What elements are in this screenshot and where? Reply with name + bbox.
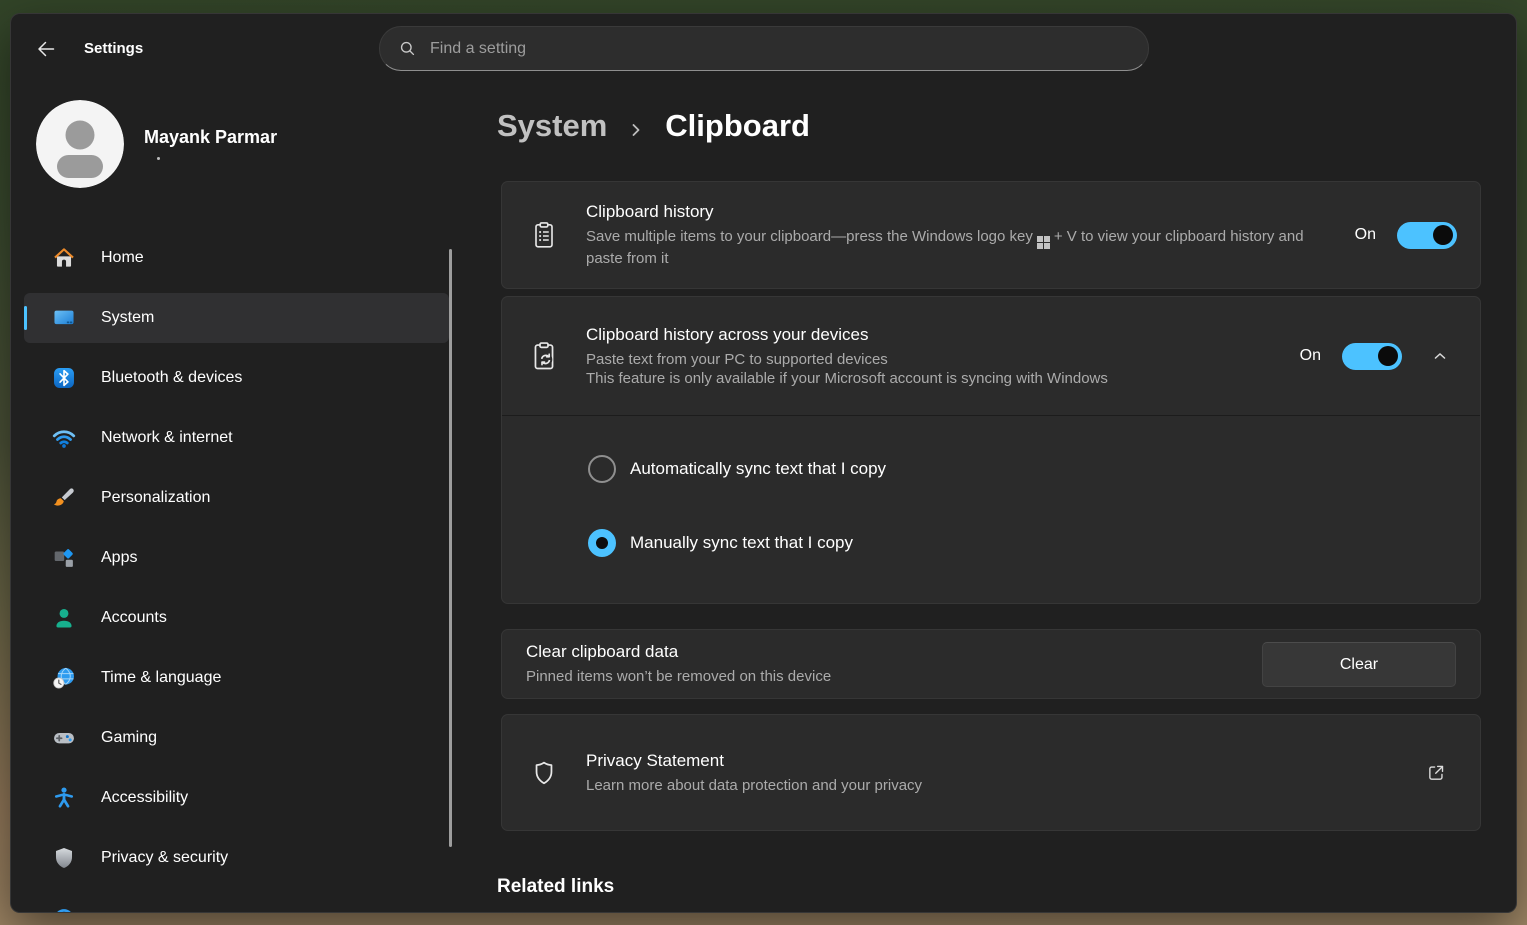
card-title: Clipboard history across your devices xyxy=(586,325,1280,345)
sidebar-item-label: Apps xyxy=(101,549,137,567)
profile[interactable]: Mayank Parmar xyxy=(36,100,277,188)
gaming-icon xyxy=(51,725,77,751)
sidebar-item-bluetooth-devices[interactable]: Bluetooth & devices xyxy=(24,353,449,403)
toggle-state-label: On xyxy=(1300,347,1321,365)
related-links-card-partial xyxy=(501,912,1481,913)
clipboard-sync-icon xyxy=(528,340,560,372)
radio-option-auto-sync[interactable]: Automatically sync text that I copy xyxy=(588,451,886,487)
radio-button-selected[interactable] xyxy=(588,529,616,557)
privacy-security-icon xyxy=(51,845,77,871)
card-note: This feature is only available if your M… xyxy=(586,369,1280,388)
card-description: Paste text from your PC to supported dev… xyxy=(586,350,1280,369)
toggle-state-label: On xyxy=(1355,226,1376,244)
radio-option-manual-sync[interactable]: Manually sync text that I copy xyxy=(588,525,853,561)
sidebar-item-label: Personalization xyxy=(101,489,210,507)
apps-icon xyxy=(51,545,77,571)
sidebar-item-windows-update[interactable] xyxy=(24,893,449,913)
sidebar-item-personalization[interactable]: Personalization xyxy=(24,473,449,523)
chevron-right-icon xyxy=(628,114,644,138)
sidebar-item-apps[interactable]: Apps xyxy=(24,533,449,583)
sidebar-item-label: Gaming xyxy=(101,729,157,747)
sidebar-item-system[interactable]: System xyxy=(24,293,449,343)
shield-icon xyxy=(530,758,558,788)
search-input[interactable] xyxy=(430,40,1132,58)
breadcrumb: System Clipboard xyxy=(497,108,810,144)
profile-name: Mayank Parmar xyxy=(144,127,277,148)
radio-label: Manually sync text that I copy xyxy=(630,525,853,561)
card-title: Clipboard history xyxy=(586,202,1335,222)
card-description: Pinned items won’t be removed on this de… xyxy=(526,667,1246,686)
time-language-icon xyxy=(51,665,77,691)
card-title: Privacy Statement xyxy=(586,751,1460,771)
search-box[interactable] xyxy=(379,26,1149,71)
system-icon xyxy=(51,305,77,331)
collapse-button[interactable] xyxy=(1424,340,1456,372)
card-description: Learn more about data protection and you… xyxy=(586,776,1306,795)
clipboard-sync-card: Clipboard history across your devices Pa… xyxy=(501,296,1481,604)
sidebar-item-label: Home xyxy=(101,249,144,267)
clipboard-list-icon xyxy=(529,220,559,250)
sidebar-item-accounts[interactable]: Accounts xyxy=(24,593,449,643)
profile-subtitle-dot xyxy=(157,157,160,160)
sidebar-nav: Home System xyxy=(24,233,449,913)
sidebar-item-label: Accounts xyxy=(101,609,167,627)
external-link-icon xyxy=(1425,762,1447,784)
radio-button-unselected[interactable] xyxy=(588,455,616,483)
sidebar-item-accessibility[interactable]: Accessibility xyxy=(24,773,449,823)
toggle-knob xyxy=(1433,225,1453,245)
sidebar-item-label: Accessibility xyxy=(101,789,188,807)
sidebar-item-gaming[interactable]: Gaming xyxy=(24,713,449,763)
privacy-statement-card[interactable]: Privacy Statement Learn more about data … xyxy=(501,714,1481,831)
windows-update-icon xyxy=(51,905,77,913)
clear-button[interactable]: Clear xyxy=(1262,642,1456,687)
page-title: Clipboard xyxy=(665,108,810,144)
sidebar-item-label: Privacy & security xyxy=(101,849,228,867)
selected-accent-bar xyxy=(24,306,27,330)
sidebar: Mayank Parmar Home xyxy=(11,14,463,913)
sidebar-item-home[interactable]: Home xyxy=(24,233,449,283)
accessibility-icon xyxy=(51,785,77,811)
clipboard-history-toggle[interactable] xyxy=(1397,222,1457,249)
sidebar-item-label: Time & language xyxy=(101,669,221,687)
divider xyxy=(502,415,1480,416)
windows-logo-icon xyxy=(1037,236,1050,249)
external-link-button[interactable] xyxy=(1416,753,1456,793)
sidebar-item-time-language[interactable]: Time & language xyxy=(24,653,449,703)
sidebar-item-network-internet[interactable]: Network & internet xyxy=(24,413,449,463)
chevron-up-icon xyxy=(1430,346,1450,366)
home-icon xyxy=(51,245,77,271)
avatar xyxy=(36,100,124,188)
toggle-knob xyxy=(1378,346,1398,366)
settings-window: Settings Mayank Parmar xyxy=(10,13,1517,913)
clipboard-history-card: Clipboard history Save multiple items to… xyxy=(501,181,1481,289)
sidebar-item-label: Network & internet xyxy=(101,429,233,447)
personalization-icon xyxy=(51,485,77,511)
network-icon xyxy=(51,425,77,451)
bluetooth-icon xyxy=(51,365,77,391)
sidebar-item-privacy-security[interactable]: Privacy & security xyxy=(24,833,449,883)
card-description: Save multiple items to your clipboard—pr… xyxy=(586,227,1306,268)
clear-clipboard-card: Clear clipboard data Pinned items won’t … xyxy=(501,629,1481,699)
sidebar-item-label: Bluetooth & devices xyxy=(101,369,242,387)
breadcrumb-parent[interactable]: System xyxy=(497,108,607,144)
clipboard-sync-toggle[interactable] xyxy=(1342,343,1402,370)
sidebar-item-label: System xyxy=(101,309,154,327)
radio-label: Automatically sync text that I copy xyxy=(630,451,886,487)
sidebar-scrollbar[interactable] xyxy=(449,249,452,847)
related-links-heading: Related links xyxy=(497,876,614,898)
accounts-icon xyxy=(51,605,77,631)
